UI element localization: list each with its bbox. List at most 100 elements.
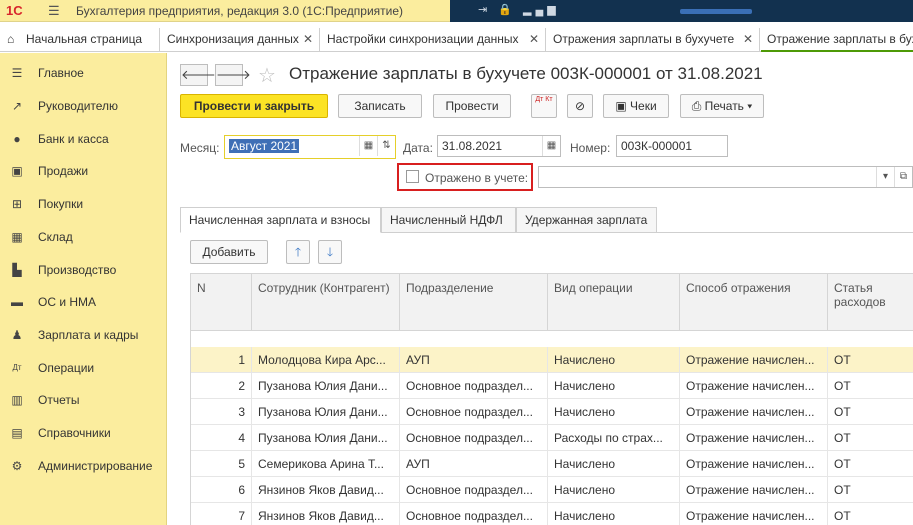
close-icon[interactable]: ✕ [529, 28, 539, 51]
sidebar-item-sales[interactable]: ▣ Продажи [0, 155, 167, 187]
add-button[interactable]: Добавить [190, 240, 268, 264]
move-up-button[interactable]: 🡑 [286, 240, 310, 264]
calendar-icon[interactable]: ▦ [359, 136, 377, 156]
sidebar-item-label: ОС и НМА [38, 295, 97, 309]
tab-salary-reflection-doc[interactable]: Отражение зарплаты в бухуч [761, 28, 913, 52]
close-icon[interactable]: ✕ [743, 28, 753, 51]
date-label: Дата: [403, 141, 433, 155]
main-area: 🡐 🡒 ☆ Отражение зарплаты в бухучете 003К… [168, 53, 913, 525]
arrow-up-icon: 🡑 [294, 245, 302, 259]
home-icon: ⌂ [7, 32, 15, 46]
sidebar-item-warehouse[interactable]: ▦ Склад [0, 221, 167, 253]
column-header[interactable]: Сотрудник (Контрагент) [252, 274, 400, 331]
table-row[interactable]: 5 Семерикова Арина Т... АУП Начислено Отраже… [191, 451, 913, 477]
table-cell: 2 [191, 373, 252, 399]
post-and-close-button[interactable]: Провести и закрыть [180, 94, 328, 118]
move-down-button[interactable]: 🡓 [318, 240, 342, 264]
table-cell: Основное подраздел... [400, 503, 548, 525]
person-icon: ♟ [11, 328, 23, 342]
tray-icons: ⇥ 🔒 ▂▄▆ [478, 4, 560, 16]
sidebar-item-reports[interactable]: ▥ Отчеты [0, 384, 167, 416]
tab-sync-settings[interactable]: Настройки синхронизации данных ✕ [321, 28, 546, 52]
sidebar-item-salary[interactable]: ♟ Зарплата и кадры [0, 319, 167, 351]
sidebar-item-operations[interactable]: Дт Операции [0, 352, 167, 384]
table-row[interactable]: 1 Молодцова Кира Арс... АУП Начислено Отраже… [191, 347, 913, 373]
app-title: Бухгалтерия предприятия, редакция 3.0 (1… [76, 4, 404, 18]
receipts-button[interactable]: ▣ Чеки [603, 94, 669, 118]
print-label: Печать [704, 99, 744, 113]
sidebar-item-catalogs[interactable]: ▤ Справочники [0, 417, 167, 449]
column-header[interactable]: Способ отражения [680, 274, 828, 331]
column-header[interactable]: Подразделение [400, 274, 548, 331]
number-field[interactable]: 003К-000001 [616, 135, 728, 157]
post-button[interactable]: Провести [433, 94, 511, 118]
attach-button[interactable]: ⊘ [567, 94, 593, 118]
sidebar-item-bank[interactable]: ● Банк и касса [0, 123, 167, 155]
bar-chart-icon: ▥ [11, 393, 23, 407]
table-row[interactable]: 7 Янзинов Яков Давид... Основное подраздел… [191, 503, 913, 525]
tab-accrued-ndfl[interactable]: Начисленный НДФЛ [381, 207, 516, 233]
page-title: Отражение зарплаты в бухучете 003К-00000… [289, 64, 763, 83]
tray-indicator [680, 9, 752, 14]
table-cell: АУП [400, 347, 548, 373]
table-cell: 6 [191, 477, 252, 503]
chevron-down-icon: ▾ [743, 99, 753, 113]
sidebar-item-production[interactable]: ▙ Производство [0, 254, 167, 286]
table-cell: 3 [191, 399, 252, 425]
tab-withheld-salary[interactable]: Удержанная зарплата [516, 207, 657, 233]
save-button[interactable]: Записать [338, 94, 422, 118]
reflected-checkbox[interactable] [406, 170, 419, 183]
table-cell: Пузанова Юлия Дани... [252, 373, 400, 399]
table-row[interactable]: 4 Пузанова Юлия Дани... Основное подраздел… [191, 425, 913, 451]
tab-label: Настройки синхронизации данных [327, 32, 519, 46]
table-cell: Основное подраздел... [400, 399, 548, 425]
tab-salary-reflections[interactable]: Отражения зарплаты в бухучете ✕ [547, 28, 760, 52]
receipt-icon: ▣ [615, 99, 631, 113]
table-cell: 7 [191, 503, 252, 525]
receipts-label: Чеки [630, 99, 657, 113]
column-header[interactable]: Вид операции [548, 274, 680, 331]
dt-kt-button[interactable]: Дт Кт [531, 94, 557, 118]
sidebar-item-main[interactable]: ☰ Главное [0, 57, 167, 89]
table-cell: Отражение начислен... [680, 373, 828, 399]
back-button[interactable]: 🡐 [180, 64, 216, 86]
tab-sync-data[interactable]: Синхронизация данных ✕ [161, 28, 320, 52]
column-header[interactable]: Статья расходов [828, 274, 913, 331]
tab-label: Синхронизация данных [167, 32, 299, 46]
list-icon: ☰ [11, 66, 23, 80]
sidebar-item-label: Отчеты [38, 393, 80, 407]
month-field[interactable]: Август 2021 ▦ ⇅ [224, 135, 396, 159]
table-cell: ОТ [834, 509, 851, 523]
sidebar-item-admin[interactable]: ⚙ Администрирование [0, 450, 167, 482]
reflected-field[interactable]: ▾ ⧉ [538, 166, 913, 188]
tab-accrued-salary[interactable]: Начисленная зарплата и взносы [180, 207, 381, 233]
column-header[interactable]: N [191, 274, 252, 331]
table-row[interactable]: 3 Пузанова Юлия Дани... Основное подраздел… [191, 399, 913, 425]
table-row[interactable]: 6 Янзинов Яков Давид... Основное подраздел… [191, 477, 913, 503]
date-field[interactable]: 31.08.2021 ▦ [437, 135, 561, 157]
table-row[interactable]: 2 Пузанова Юлия Дани... Основное подраздел… [191, 373, 913, 399]
sidebar: ☰ Главное ↗ Руководителю ● Банк и касса … [0, 53, 167, 525]
chevron-down-icon[interactable]: ▾ [876, 167, 894, 187]
sidebar-item-fixed-assets[interactable]: ▬ ОС и НМА [0, 286, 167, 318]
calendar-icon[interactable]: ▦ [542, 136, 560, 156]
tab-home[interactable]: ⌂ Начальная страница [0, 28, 160, 52]
close-icon[interactable]: ✕ [303, 28, 313, 51]
cart-icon: ⊞ [11, 197, 23, 211]
sidebar-item-label: Справочники [38, 426, 111, 440]
stepper-icon[interactable]: ⇅ [377, 136, 395, 156]
table-cell: Отражение начислен... [680, 399, 828, 425]
accruals-table: N Сотрудник (Контрагент) Подразделение В… [190, 273, 913, 525]
print-button[interactable]: ⎙ Печать ▾ [680, 94, 764, 118]
star-icon[interactable]: ☆ [258, 63, 276, 88]
forward-button[interactable]: 🡒 [215, 64, 251, 86]
factory-icon: ▙ [12, 263, 22, 277]
table-cell: Начислено [548, 347, 680, 373]
sidebar-item-manager[interactable]: ↗ Руководителю [0, 90, 167, 122]
sidebar-item-label: Руководителю [38, 99, 119, 113]
hamburger-icon[interactable]: ☰ [48, 3, 60, 19]
sidebar-item-label: Зарплата и кадры [38, 328, 139, 342]
sidebar-item-purchases[interactable]: ⊞ Покупки [0, 188, 167, 220]
open-icon[interactable]: ⧉ [894, 167, 912, 187]
date-value: 31.08.2021 [442, 139, 503, 153]
